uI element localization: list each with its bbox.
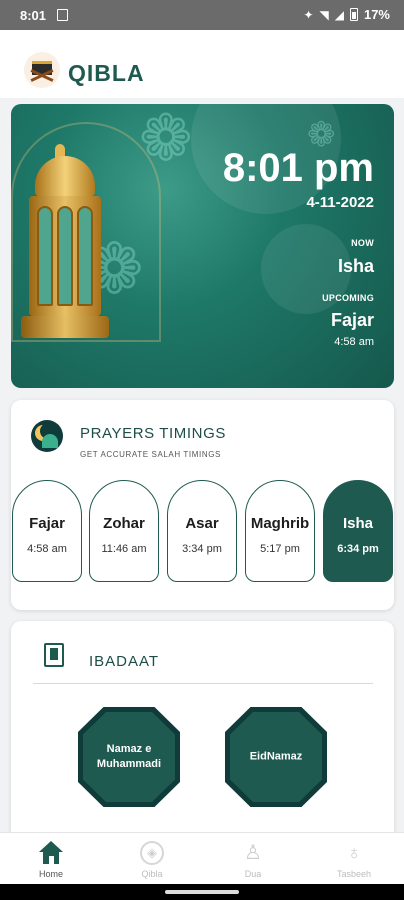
nav-label: Home	[38, 869, 63, 879]
upcoming-prayer: Fajar	[330, 310, 374, 330]
prayer-card-maghrib[interactable]: Maghrib 5:17 pm	[245, 480, 315, 582]
current-date: 4-11-2022	[306, 194, 374, 211]
prayer-timings-title: PRAYERS TIMINGS	[80, 425, 226, 442]
app-title: QIBLA	[68, 60, 145, 86]
home-gesture-handle[interactable]	[165, 890, 239, 894]
signal-icon: ◢	[334, 7, 344, 22]
app-header: QIBLA	[0, 30, 404, 98]
divider	[33, 683, 373, 684]
now-label: NOW	[351, 238, 374, 248]
prayer-card-fajar[interactable]: Fajar 4:58 am	[12, 480, 82, 582]
now-prayer: Isha	[337, 256, 374, 276]
status-bar: 8:01 ✦ ◥ ◢ 17%	[0, 0, 404, 30]
vibrate-icon: ✦	[303, 7, 314, 22]
prayer-time: 5:17 pm	[260, 543, 300, 555]
quran-logo-icon	[24, 52, 60, 88]
prayer-name: Asar	[185, 515, 219, 532]
prayer-timings-subtitle: GET ACCURATE SALAH TIMINGS	[80, 450, 221, 459]
lantern-illustration	[21, 144, 117, 388]
battery-percent: 17%	[363, 7, 390, 22]
prayer-time: 3:34 pm	[182, 543, 222, 555]
upcoming-time: 4:58 am	[334, 336, 374, 348]
status-time: 8:01	[20, 8, 47, 23]
prayer-name: Fajar	[29, 515, 65, 532]
nav-label: Dua	[244, 869, 262, 879]
prayer-card-asar[interactable]: Asar 3:34 pm	[167, 480, 237, 582]
prayer-timings-card: PRAYERS TIMINGS GET ACCURATE SALAH TIMIN…	[11, 400, 394, 610]
current-clock: 8:01 pm	[222, 146, 374, 190]
mosque-moon-icon	[31, 420, 63, 452]
bottom-navigation: Home ◈ Qibla ♙ Dua ♁ Tasbeeh	[0, 832, 404, 884]
button-label: EidNamaz	[249, 750, 303, 763]
prayer-name: Maghrib	[250, 515, 310, 532]
namaz-e-muhammadi-button[interactable]: Namaz e Muhammadi	[78, 707, 180, 807]
nav-label: Qibla	[141, 869, 163, 879]
nav-home[interactable]: Home	[11, 841, 91, 879]
upcoming-label: UPCOMING	[322, 293, 374, 303]
prayer-time: 6:34 pm	[337, 543, 379, 555]
prayer-name: Zohar	[103, 515, 145, 532]
ibadaat-title: IBADAAT	[89, 653, 160, 670]
nav-qibla[interactable]: ◈ Qibla	[112, 841, 192, 879]
prayer-time: 11:46 am	[101, 543, 147, 555]
prayer-card-isha[interactable]: Isha 6:34 pm	[323, 480, 393, 582]
prayer-time: 4:58 am	[27, 543, 67, 555]
ibadaat-card: IBADAAT Namaz e Muhammadi EidNamaz	[11, 621, 394, 851]
dua-icon: ♙	[244, 842, 262, 864]
tasbeeh-icon: ♁	[346, 842, 362, 864]
nav-tasbeeh[interactable]: ♁ Tasbeeh	[314, 841, 394, 879]
eid-namaz-button[interactable]: EidNamaz	[225, 707, 327, 807]
wifi-icon: ◥	[319, 7, 329, 22]
system-navigation-bar	[0, 884, 404, 900]
book-icon	[44, 643, 64, 667]
nav-label: Tasbeeh	[336, 869, 372, 879]
home-icon	[39, 841, 63, 865]
sim-icon	[57, 9, 68, 21]
qibla-icon: ◈	[140, 841, 164, 865]
battery-icon	[349, 8, 358, 21]
button-label: Namaz e Muhammadi	[96, 743, 162, 770]
nav-dua[interactable]: ♙ Dua	[213, 841, 293, 879]
flower-pattern-icon: ❁	[139, 104, 193, 174]
prayer-name: Isha	[342, 515, 373, 532]
prayer-card-zohar[interactable]: Zohar 11:46 am	[89, 480, 159, 582]
current-time-banner: ❁ ❁ ❁ 8:01 pm 4-11-2022 NOW Isha UPCOMIN…	[11, 104, 394, 388]
